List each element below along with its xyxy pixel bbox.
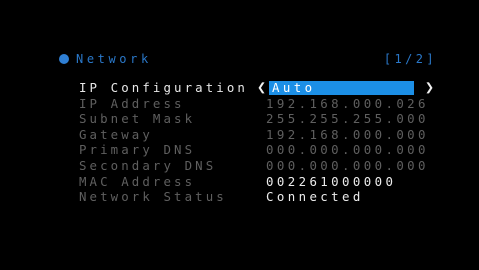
secondary-dns-label: Secondary DNS — [79, 157, 217, 173]
row-mac-address: MAC Address 002261000000 — [79, 174, 439, 190]
ip-address-value: 192.168.000.026 — [266, 95, 429, 111]
chevron-right-icon[interactable]: ❯ — [425, 79, 434, 96]
subnet-mask-label: Subnet Mask — [79, 111, 196, 127]
mac-address-label: MAC Address — [79, 173, 196, 189]
gateway-value: 192.168.000.000 — [266, 126, 429, 142]
row-ip-address[interactable]: IP Address 192.168.000.026 — [79, 96, 439, 112]
ip-configuration-value: Auto — [272, 80, 316, 95]
row-primary-dns[interactable]: Primary DNS 000.000.000.000 — [79, 142, 439, 158]
secondary-dns-value: 000.000.000.000 — [266, 157, 429, 173]
row-network-status: Network Status Connected — [79, 189, 439, 205]
settings-screen: Network [1/2] IP Configuration ❮ Auto ❯ … — [0, 0, 479, 270]
ip-address-label: IP Address — [79, 95, 185, 111]
row-subnet-mask[interactable]: Subnet Mask 255.255.255.000 — [79, 111, 439, 127]
primary-dns-label: Primary DNS — [79, 142, 196, 158]
primary-dns-value: 000.000.000.000 — [266, 142, 429, 158]
mac-address-value: 002261000000 — [266, 173, 397, 189]
network-dot-icon — [59, 54, 69, 64]
row-ip-configuration[interactable]: IP Configuration ❮ Auto ❯ — [79, 79, 439, 96]
page-title: Network — [76, 52, 152, 66]
gateway-label: Gateway — [79, 126, 153, 142]
network-header: Network [1/2] — [59, 51, 439, 67]
network-status-value: Connected — [266, 189, 364, 205]
chevron-left-icon[interactable]: ❮ — [257, 79, 266, 96]
network-status-label: Network Status — [79, 189, 227, 205]
ip-configuration-selector[interactable]: Auto — [269, 80, 414, 95]
ip-configuration-label: IP Configuration — [79, 80, 248, 95]
page-indicator: [1/2] — [383, 52, 437, 66]
subnet-mask-value: 255.255.255.000 — [266, 111, 429, 127]
settings-list: IP Configuration ❮ Auto ❯ IP Address 192… — [79, 79, 439, 205]
row-secondary-dns[interactable]: Secondary DNS 000.000.000.000 — [79, 158, 439, 174]
row-gateway[interactable]: Gateway 192.168.000.000 — [79, 127, 439, 143]
